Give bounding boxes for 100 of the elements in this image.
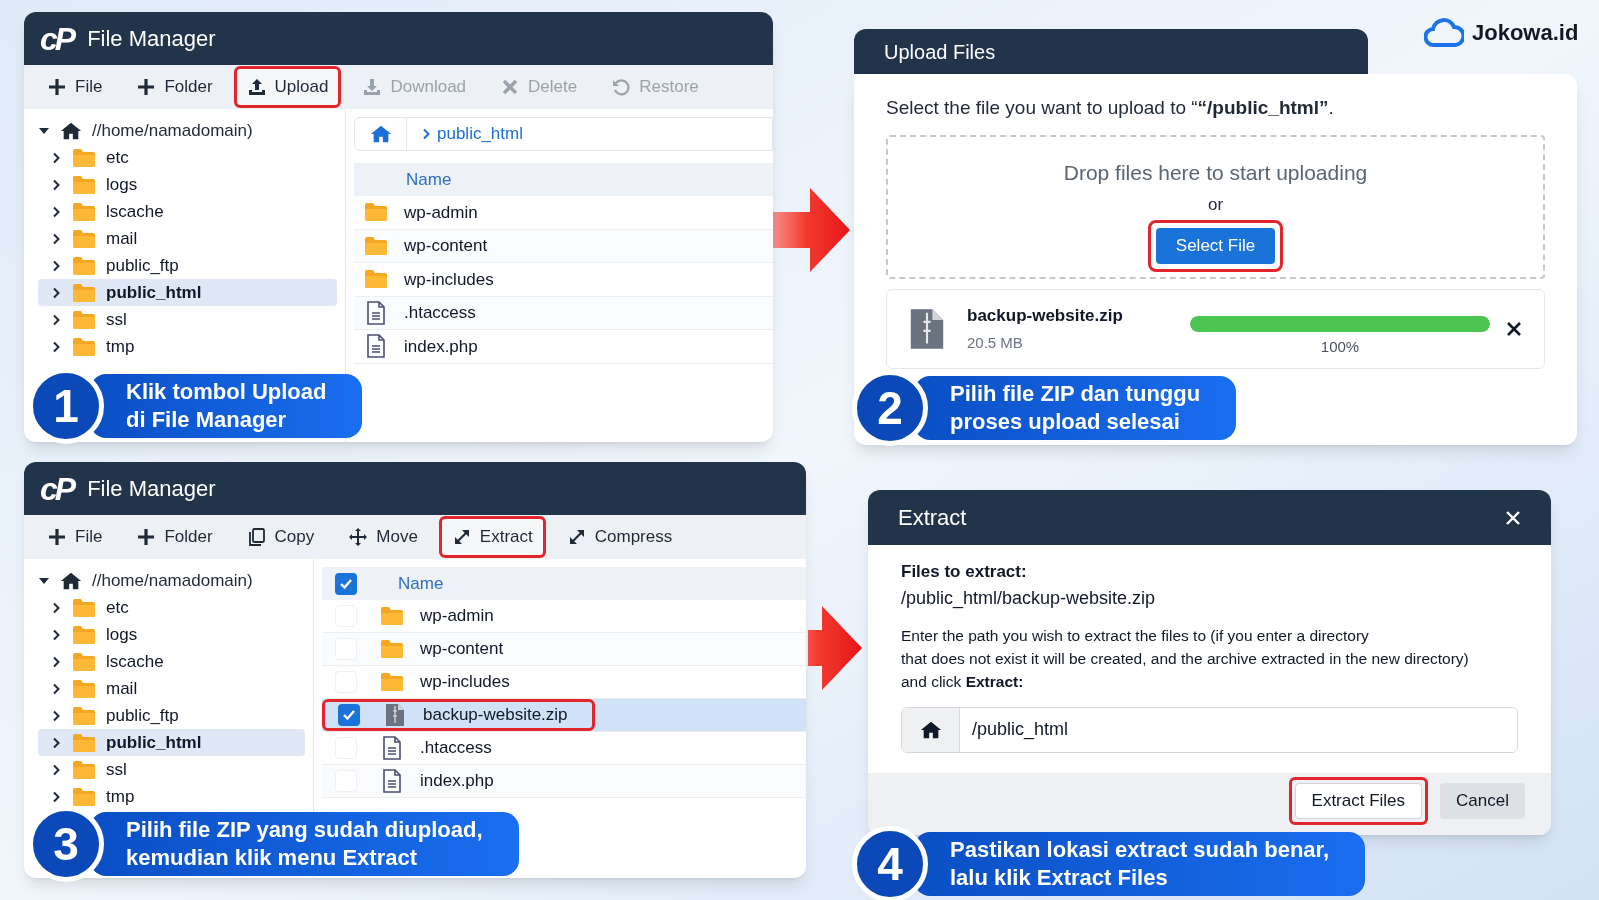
- file-size: 20.5 MB: [967, 333, 1024, 353]
- tree-item[interactable]: etc: [38, 594, 305, 621]
- toolbar-button[interactable]: Compress: [553, 516, 686, 558]
- tree-item[interactable]: etc: [38, 144, 337, 171]
- toolbar-button[interactable]: Move: [335, 516, 431, 558]
- folder-icon: [72, 786, 96, 807]
- file-row[interactable]: wp-content: [322, 633, 806, 666]
- tree-item[interactable]: //home/namadomain): [92, 567, 253, 594]
- plus-icon: [47, 77, 67, 97]
- right-arrow-icon: [808, 606, 862, 690]
- tree-item[interactable]: ssl: [38, 306, 337, 333]
- folder-icon: [72, 228, 96, 249]
- tree-item[interactable]: //home/namadomain): [92, 117, 253, 144]
- document-icon: [382, 769, 402, 793]
- dialog-title: Extract: [898, 504, 967, 532]
- folder-icon: [72, 147, 96, 168]
- tree-item[interactable]: tmp: [38, 333, 337, 360]
- toolbar-button[interactable]: Folder: [123, 66, 226, 108]
- folder-icon: [364, 269, 388, 290]
- toolbar-button[interactable]: Extract: [438, 516, 546, 558]
- logo: cP: [40, 22, 74, 55]
- tree-item[interactable]: public_html: [38, 279, 337, 306]
- file-name: .htaccess: [403, 302, 476, 324]
- tree-item[interactable]: mail: [38, 225, 337, 252]
- file-name: wp-content: [419, 638, 504, 661]
- file-path: /public_html/backup-website.zip: [901, 586, 1157, 611]
- file-row[interactable]: backup-website.zip: [322, 699, 806, 732]
- folder-icon: [72, 309, 96, 330]
- tree-item[interactable]: lscache: [38, 198, 337, 225]
- path-field[interactable]: /public_html: [901, 706, 1518, 753]
- dialog-title: Upload Files: [854, 29, 1368, 74]
- logo: cP: [40, 472, 74, 505]
- toolbar-button[interactable]: Copy: [233, 516, 328, 558]
- tree-item[interactable]: logs: [38, 621, 305, 648]
- close-icon[interactable]: [1506, 320, 1522, 337]
- drop-zone-text: Drop files here to start uploading: [1063, 159, 1368, 186]
- tree-item[interactable]: ssl: [38, 756, 305, 783]
- dialog-message: Select the file you want to upload to ““/public_html”.: [886, 96, 1335, 120]
- separator-text: or: [1207, 194, 1224, 216]
- file-row[interactable]: .htaccess: [354, 296, 773, 330]
- tree-item[interactable]: logs: [38, 171, 337, 198]
- tree-item[interactable]: public_html: [38, 729, 305, 756]
- tree-item[interactable]: lscache: [38, 648, 305, 675]
- drop-zone[interactable]: Drop files here to start uploading or Select File: [886, 134, 1545, 279]
- tree-item[interactable]: mail: [38, 675, 305, 702]
- file-name: wp-includes: [403, 268, 494, 291]
- extract-files-button[interactable]: Extract Files: [1294, 783, 1423, 819]
- instructions-text: Enter the path you wish to extract the files to (if you enter a directory that does not exist it will be created, and the archive extracted in the new directory) and click Extract:: [901, 625, 1470, 692]
- toolbar-button[interactable]: File: [34, 516, 116, 558]
- toolbar-button[interactable]: Upload: [233, 66, 342, 108]
- window-title: File Manager: [87, 25, 216, 53]
- field-label: Files to extract:: [901, 561, 1028, 583]
- home-icon: [369, 123, 392, 145]
- tree-item[interactable]: public_ftp: [38, 702, 305, 729]
- breadcrumb-link[interactable]: public_html: [407, 121, 523, 147]
- file-row[interactable]: index.php: [322, 765, 806, 798]
- tree-item[interactable]: public_ftp: [38, 252, 337, 279]
- folder-icon: [364, 235, 388, 256]
- toolbar-button[interactable]: File: [34, 66, 116, 108]
- folder-icon: [72, 759, 96, 780]
- document-icon: [366, 300, 386, 325]
- document-icon: [382, 736, 402, 760]
- file-name: wp-admin: [419, 605, 494, 628]
- file-row[interactable]: wp-admin: [354, 196, 773, 230]
- check-icon: [342, 708, 356, 722]
- column-header[interactable]: Name: [370, 570, 444, 597]
- folder-icon: [72, 597, 96, 618]
- file-row[interactable]: wp-includes: [322, 666, 806, 699]
- folder-icon: [380, 639, 404, 659]
- folder-icon: [72, 651, 96, 672]
- progress-percent: 100%: [1319, 337, 1361, 358]
- move-icon: [348, 527, 369, 547]
- chevron-icon: [421, 128, 431, 140]
- checkbox[interactable]: [335, 572, 357, 595]
- file-name: wp-content: [403, 235, 488, 257]
- checkbox[interactable]: [338, 704, 360, 726]
- file-row[interactable]: wp-includes: [354, 263, 773, 297]
- folder-icon: [72, 255, 96, 276]
- undo-icon: [611, 77, 632, 97]
- file-row[interactable]: .htaccess: [322, 732, 806, 765]
- plus-icon: [136, 527, 157, 547]
- file-name: .htaccess: [419, 737, 492, 760]
- folder-icon: [364, 202, 388, 223]
- brand-name: Jokowa.id: [1472, 19, 1579, 47]
- file-name: index.php: [403, 335, 478, 358]
- file-name: backup-website.zip: [422, 704, 568, 727]
- file-row[interactable]: wp-content: [354, 229, 773, 263]
- file-name: backup-website.zip: [967, 304, 1123, 327]
- file-row[interactable]: wp-admin: [322, 600, 806, 633]
- folder-icon: [380, 672, 404, 692]
- folder-icon: [72, 678, 96, 699]
- select-file-button[interactable]: Select File: [1155, 227, 1276, 264]
- plus-icon: [47, 527, 67, 547]
- column-header[interactable]: Name: [354, 166, 452, 193]
- toolbar-button[interactable]: Folder: [123, 516, 226, 558]
- plus-icon: [136, 77, 157, 97]
- file-row[interactable]: index.php: [354, 330, 773, 364]
- file-name: wp-includes: [419, 671, 510, 694]
- folder-icon: [72, 174, 96, 195]
- cancel-button[interactable]: Cancel: [1440, 783, 1525, 819]
